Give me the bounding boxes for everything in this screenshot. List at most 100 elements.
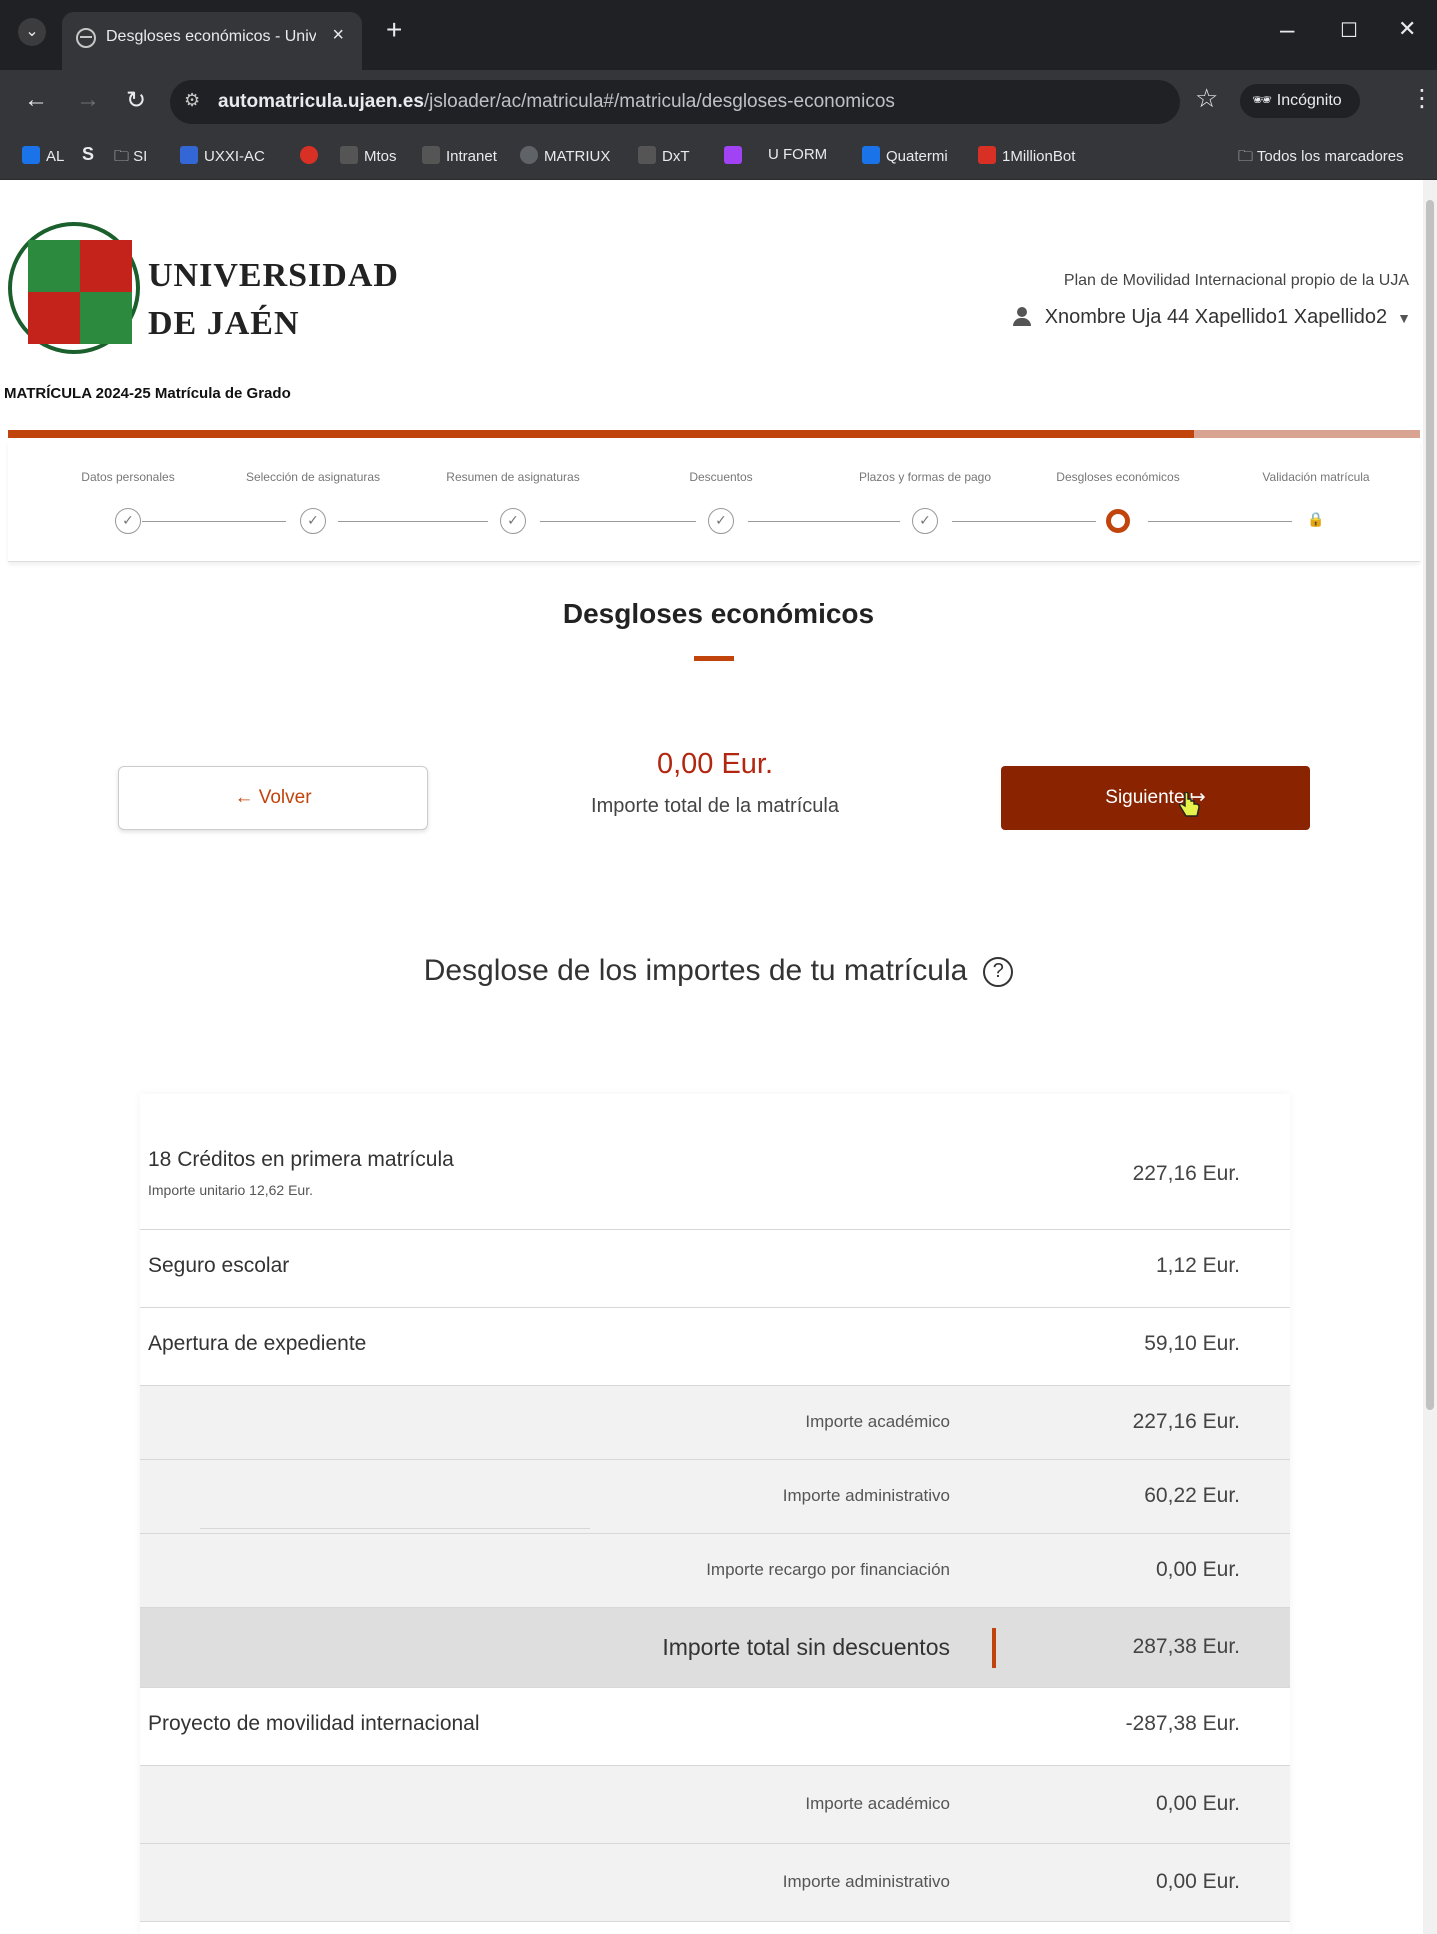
bookmark-folder[interactable]: 🗀 SI — [114, 146, 147, 171]
progress-fill — [8, 430, 1195, 438]
lock-icon: 🔒 — [1303, 508, 1329, 534]
bookmarks-bar: AL S 🗀 SI UXXI-AC Mtos Intranet MATRIUX … — [0, 132, 1437, 180]
close-tab-icon[interactable]: × — [332, 24, 344, 47]
menu-kebab-icon[interactable]: ⋮ — [1410, 84, 1434, 113]
tab-title: Desgloses económicos - Unive — [106, 28, 316, 45]
page-title: Desgloses económicos — [562, 598, 875, 629]
browser-tab[interactable]: Desgloses económicos - Unive × — [62, 12, 362, 70]
recargo-amount: 0,00 Eur. — [1155, 1558, 1240, 1581]
bookmark-star-icon[interactable]: ☆ — [1195, 83, 1218, 114]
credits-unit-price: Importe unitario 12,62 Eur. — [148, 1182, 313, 1198]
table-row-total: Importe total sin descuentos 287,38 Eur. — [140, 1608, 1290, 1688]
incognito-indicator[interactable]: 🕶 Incógnito — [1240, 84, 1360, 118]
help-icon[interactable]: ? — [983, 957, 1014, 987]
university-seal-logo[interactable] — [8, 222, 140, 354]
bookmark-item[interactable]: AL — [22, 146, 64, 165]
step-check-icon[interactable]: ✓ — [708, 508, 734, 534]
bookmark-item[interactable] — [300, 146, 324, 165]
globe-icon — [76, 28, 96, 48]
scrollbar-thumb[interactable] — [1426, 200, 1434, 1410]
logo-line-2: DE JAÉN — [148, 305, 300, 342]
table-row: Proyecto de movilidad internacional -287… — [140, 1688, 1290, 1766]
table-row: Importe recargo por financiación 0,00 Eu… — [140, 1534, 1290, 1608]
browser-toolbar: ← → ↻ ⚙ automatricula.ujaen.es/jsloader/… — [0, 70, 1437, 132]
table-row: Importe académico 0,00 Eur. — [140, 1766, 1290, 1844]
administrativo-label: Importe administrativo — [782, 1486, 950, 1505]
total-label: Importe total de la matrícula — [591, 795, 839, 817]
step-label-descuentos[interactable]: Descuentos — [689, 470, 752, 484]
bookmark-item[interactable] — [724, 146, 748, 165]
step-check-icon[interactable]: ✓ — [500, 508, 526, 534]
bookmark-icon — [978, 146, 996, 164]
bookmark-item[interactable]: 1MillionBot — [978, 146, 1075, 165]
credits-label: 18 Créditos en primera matrícula — [148, 1148, 454, 1171]
bookmark-item[interactable]: DxT — [638, 146, 690, 165]
step-label-plazos-pago[interactable]: Plazos y formas de pago — [859, 470, 991, 484]
bookmark-item[interactable]: U FORM — [768, 146, 827, 163]
table-row: Importe administrativo 60,22 Eur. — [140, 1460, 1290, 1534]
minimize-icon[interactable]: – — [1280, 14, 1294, 45]
user-menu[interactable]: Xnombre Uja 44 Xapellido1 Xapellido2 ▼ — [1012, 306, 1411, 329]
globe-icon — [520, 146, 538, 164]
back-arrow-icon[interactable]: ← — [24, 86, 48, 114]
next-button[interactable]: Siguiente ↦ — [1001, 766, 1310, 830]
matricula-label: MATRÍCULA 2024-25 Matrícula de Grado — [4, 385, 291, 402]
divider — [200, 1528, 590, 1529]
step-check-icon[interactable]: ✓ — [912, 508, 938, 534]
caret-down-icon: ▼ — [1397, 310, 1411, 326]
bookmark-item[interactable]: S — [82, 144, 94, 165]
total-amount: 0,00 Eur. — [656, 748, 774, 780]
apertura-amount: 59,10 Eur. — [1144, 1332, 1240, 1355]
bookmark-item[interactable]: UXXI-AC — [180, 146, 265, 165]
academico-amount: 227,16 Eur. — [1132, 1410, 1240, 1433]
step-connector — [142, 521, 286, 522]
step-label-datos-personales[interactable]: Datos personales — [81, 470, 174, 484]
bookmark-item[interactable]: Intranet — [422, 146, 497, 165]
credits-amount: 227,16 Eur. — [1132, 1162, 1240, 1185]
academico-2-amount: 0,00 Eur. — [1155, 1792, 1240, 1815]
bookmark-icon — [180, 146, 198, 164]
site-settings-icon[interactable]: ⚙ — [184, 90, 208, 114]
step-label-resumen-asignaturas[interactable]: Resumen de asignaturas — [446, 470, 579, 484]
browser-tabbar: ⌄ Desgloses económicos - Unive × + – ☐ ✕ — [0, 0, 1437, 70]
step-connector — [540, 521, 696, 522]
seguro-amount: 1,12 Eur. — [1155, 1254, 1240, 1277]
address-bar[interactable]: ⚙ automatricula.ujaen.es/jsloader/ac/mat… — [170, 80, 1180, 124]
incognito-label: Incógnito — [1276, 92, 1342, 109]
step-connector — [338, 521, 488, 522]
bookmark-item[interactable]: Mtos — [340, 146, 397, 165]
bookmark-icon — [724, 146, 742, 164]
table-row: Seguro escolar 1,12 Eur. — [140, 1230, 1290, 1308]
title-accent-bar — [694, 656, 734, 661]
tab-search-icon[interactable]: ⌄ — [18, 18, 46, 46]
seguro-label: Seguro escolar — [148, 1254, 290, 1277]
bookmark-icon — [22, 146, 40, 164]
plan-label: Plan de Movilidad Internacional propio d… — [1063, 272, 1409, 289]
back-button[interactable]: ← Volver — [118, 766, 428, 830]
step-label-seleccion-asignaturas[interactable]: Selección de asignaturas — [246, 470, 380, 484]
step-check-icon[interactable]: ✓ — [115, 508, 141, 534]
forward-arrow-icon[interactable]: → — [76, 86, 100, 114]
step-check-icon[interactable]: ✓ — [300, 508, 326, 534]
total-sin-label: Importe total sin descuentos — [662, 1634, 950, 1660]
close-window-icon[interactable]: ✕ — [1398, 16, 1416, 42]
new-tab-button[interactable]: + — [386, 16, 402, 44]
bookmark-item[interactable]: Quatermi — [862, 146, 948, 165]
bookmark-icon — [862, 146, 880, 164]
administrativo-2-amount: 0,00 Eur. — [1155, 1870, 1240, 1893]
university-logo-text[interactable]: UNIVERSIDAD DE JAÉN — [148, 252, 399, 348]
step-label-desgloses-economicos[interactable]: Desgloses económicos — [1056, 470, 1179, 484]
all-bookmarks-folder[interactable]: 🗀 Todos los marcadores — [1238, 146, 1404, 171]
bookmark-item[interactable]: MATRIUX — [520, 146, 610, 165]
folder-icon: 🗀 — [1238, 148, 1257, 165]
folder-icon: 🗀 — [114, 148, 134, 165]
section-title: Desglose de los importes de tu matrícula… — [0, 954, 1437, 988]
bookmark-icon — [638, 146, 656, 164]
page-scrollbar[interactable] — [1423, 180, 1437, 1934]
maximize-icon[interactable]: ☐ — [1340, 18, 1358, 43]
reload-icon[interactable]: ↻ — [126, 86, 146, 115]
step-current-icon[interactable] — [1106, 509, 1130, 533]
table-row: 18 Créditos en primera matrícula Importe… — [140, 1094, 1290, 1230]
administrativo-2-label: Importe administrativo — [782, 1872, 950, 1891]
bookmark-icon — [300, 146, 318, 164]
